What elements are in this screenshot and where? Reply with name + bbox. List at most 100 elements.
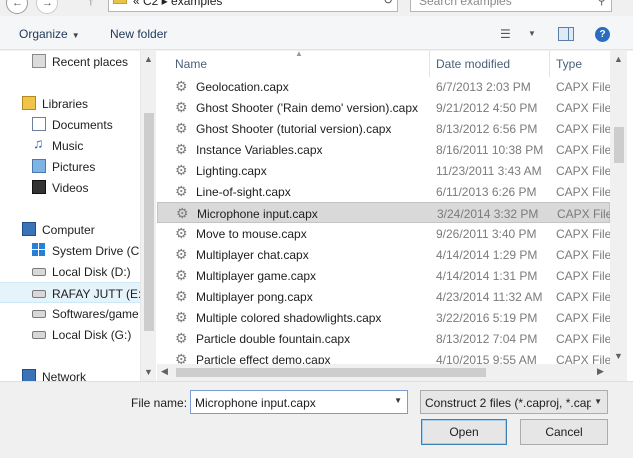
computer-icon <box>22 222 36 236</box>
back-arrow-icon: ← <box>12 0 23 9</box>
organize-button[interactable]: Organize ▼ <box>19 27 80 41</box>
nav-item-local-disk-g[interactable]: Local Disk (G:) <box>0 324 140 345</box>
chevron-down-icon[interactable]: ▼ <box>394 396 402 405</box>
nav-scrollbar[interactable]: ▲ ▼ <box>140 51 156 381</box>
file-list-scrollbar-thumb[interactable] <box>614 127 624 163</box>
file-date: 9/21/2012 4:50 PM <box>436 101 538 115</box>
nav-item-libraries[interactable]: Libraries <box>0 93 140 114</box>
file-row[interactable]: ⚙ Microphone input.capx 3/24/2014 3:32 PM C… <box>157 202 610 223</box>
nav-item-documents[interactable]: Documents <box>0 114 140 135</box>
chevron-down-icon[interactable]: ▼ <box>528 29 536 38</box>
search-input[interactable]: Search examples ⚲ <box>410 0 612 12</box>
nav-item-softwares-games[interactable]: Softwares/game <box>0 303 140 324</box>
preview-pane-icon[interactable] <box>558 27 574 41</box>
nav-item-label: Pictures <box>52 160 96 174</box>
file-row[interactable]: ⚙ Particle double fountain.capx 8/13/2012 … <box>157 328 610 349</box>
nav-item-videos[interactable]: Videos <box>0 177 140 198</box>
file-row[interactable]: ⚙ Lighting.capx 11/23/2011 3:43 AM CAPX Fil… <box>157 160 610 181</box>
file-row[interactable]: ⚙ Line-of-sight.capx 6/11/2013 6:26 PM CAPX… <box>157 181 610 202</box>
file-date: 4/14/2014 1:29 PM <box>436 248 538 262</box>
nav-item-local-disk-d[interactable]: Local Disk (D:) <box>0 261 140 282</box>
libraries-icon <box>22 96 36 110</box>
file-name-field[interactable]: Microphone input.capx ▼ <box>190 390 408 414</box>
horizontal-scrollbar-thumb[interactable] <box>176 368 486 377</box>
file-type-select[interactable]: Construct 2 files (*.caproj, *.capx) ▼ <box>420 390 608 414</box>
chevron-down-icon[interactable]: ▼ <box>594 397 602 406</box>
file-row[interactable]: ⚙ Multiplayer pong.capx 4/23/2014 11:32 AM… <box>157 286 610 307</box>
system-drive-icon <box>32 243 46 257</box>
nav-scrollbar-thumb[interactable] <box>144 113 154 331</box>
chevron-up-icon[interactable]: ▲ <box>614 54 623 64</box>
file-row[interactable]: ⚙ Ghost Shooter ('Rain demo' version).cap… <box>157 97 610 118</box>
help-icon[interactable]: ? <box>595 27 610 42</box>
file-name-value[interactable]: Microphone input.capx <box>195 396 316 410</box>
path-box[interactable]: « C2 ▸ examples ↻ <box>108 0 398 12</box>
search-placeholder: Search examples <box>419 0 512 8</box>
chevron-down-icon[interactable]: ▼ <box>614 351 623 361</box>
file-type: CAPX File <box>556 164 610 178</box>
file-row[interactable]: ⚙ Multiplayer game.capx 4/14/2014 1:31 PM C… <box>157 265 610 286</box>
file-name: Instance Variables.capx <box>196 143 323 157</box>
cancel-button[interactable]: Cancel <box>520 419 608 445</box>
nav-item-system-drive[interactable]: System Drive (C: <box>0 240 140 261</box>
column-header-name[interactable]: Name <box>175 57 207 71</box>
column-header-type[interactable]: Type <box>556 57 582 71</box>
nav-item-computer[interactable]: Computer <box>0 219 140 240</box>
capx-file-icon: ⚙ <box>175 330 188 346</box>
capx-file-icon: ⚙ <box>175 120 188 136</box>
new-folder-button[interactable]: New folder <box>110 27 167 41</box>
chevron-up-icon[interactable]: ▲ <box>144 54 153 64</box>
file-name: Line-of-sight.capx <box>196 185 291 199</box>
chevron-right-icon[interactable]: ▶ <box>597 366 604 377</box>
column-divider[interactable] <box>429 51 430 77</box>
nav-item-label: Documents <box>52 118 113 132</box>
file-row[interactable]: ⚙ Multiplayer chat.capx 4/14/2014 1:29 PM C… <box>157 244 610 265</box>
chevron-left-icon[interactable]: ◀ <box>161 366 168 377</box>
file-type: CAPX File <box>556 101 610 115</box>
refresh-icon[interactable]: ↻ <box>383 0 393 7</box>
column-divider[interactable] <box>549 51 550 77</box>
file-row[interactable]: ⚙ Move to mouse.capx 9/26/2011 3:40 PM CAPX… <box>157 223 610 244</box>
recent-places-icon <box>32 54 46 68</box>
capx-file-icon: ⚙ <box>175 246 188 262</box>
file-row[interactable]: ⚙ Geolocation.capx 6/7/2013 2:03 PM CAPX Fi… <box>157 76 610 97</box>
nav-item-recent-places[interactable]: Recent places <box>0 51 140 72</box>
forward-button[interactable]: → <box>36 0 58 14</box>
column-header-date[interactable]: Date modified <box>436 57 510 71</box>
file-type: CAPX File <box>556 80 610 94</box>
file-row[interactable]: ⚙ Instance Variables.capx 8/16/2011 10:38 … <box>157 139 610 160</box>
capx-file-icon: ⚙ <box>175 162 188 178</box>
nav-item-network[interactable]: Network <box>0 366 140 381</box>
disk-icon <box>32 331 46 339</box>
capx-file-icon: ⚙ <box>175 288 188 304</box>
file-date: 8/13/2012 6:56 PM <box>436 122 538 136</box>
file-row[interactable]: ⚙ Multiple colored shadowlights.capx 3/22/… <box>157 307 610 328</box>
nav-item-music[interactable]: Music <box>0 135 140 156</box>
toolbar: Organize ▼ New folder ☰ ▼ ? <box>0 16 633 50</box>
file-list-scrollbar[interactable]: ▲ ▼ <box>610 51 627 381</box>
breadcrumb[interactable]: « C2 ▸ examples <box>133 0 222 8</box>
file-type: CAPX File <box>556 227 610 241</box>
chevron-down-icon: ▼ <box>71 31 80 40</box>
file-name: Multiplayer chat.capx <box>196 248 309 262</box>
horizontal-scrollbar[interactable]: ◀ ▶ <box>157 364 610 381</box>
file-name-label: File name: <box>131 396 188 410</box>
file-date: 9/26/2011 3:40 PM <box>436 227 537 241</box>
disk-icon <box>32 268 46 276</box>
nav-item-rafay-jutt-e[interactable]: RAFAY JUTT (E:) <box>0 282 140 303</box>
nav-item-label: Local Disk (D:) <box>52 265 131 279</box>
chevron-down-icon[interactable]: ▼ <box>144 367 153 377</box>
back-button[interactable]: ← <box>6 0 28 14</box>
search-icon[interactable]: ⚲ <box>597 0 606 7</box>
file-name: Multiple colored shadowlights.capx <box>196 311 382 325</box>
up-arrow-icon[interactable]: ↑ <box>88 0 94 8</box>
file-row[interactable]: ⚙ Ghost Shooter (tutorial version).capx 8/… <box>157 118 610 139</box>
file-type: CAPX File <box>556 311 610 325</box>
view-details-icon[interactable]: ☰ <box>500 27 511 41</box>
file-list: ▲ Name Date modified Type ⚙ Geolocation.c… <box>157 51 610 381</box>
nav-item-label: Libraries <box>42 97 89 111</box>
open-button[interactable]: Open <box>421 419 507 445</box>
file-name: Ghost Shooter (tutorial version).capx <box>196 122 392 136</box>
nav-item-pictures[interactable]: Pictures <box>0 156 140 177</box>
file-type: CAPX File <box>556 332 610 346</box>
